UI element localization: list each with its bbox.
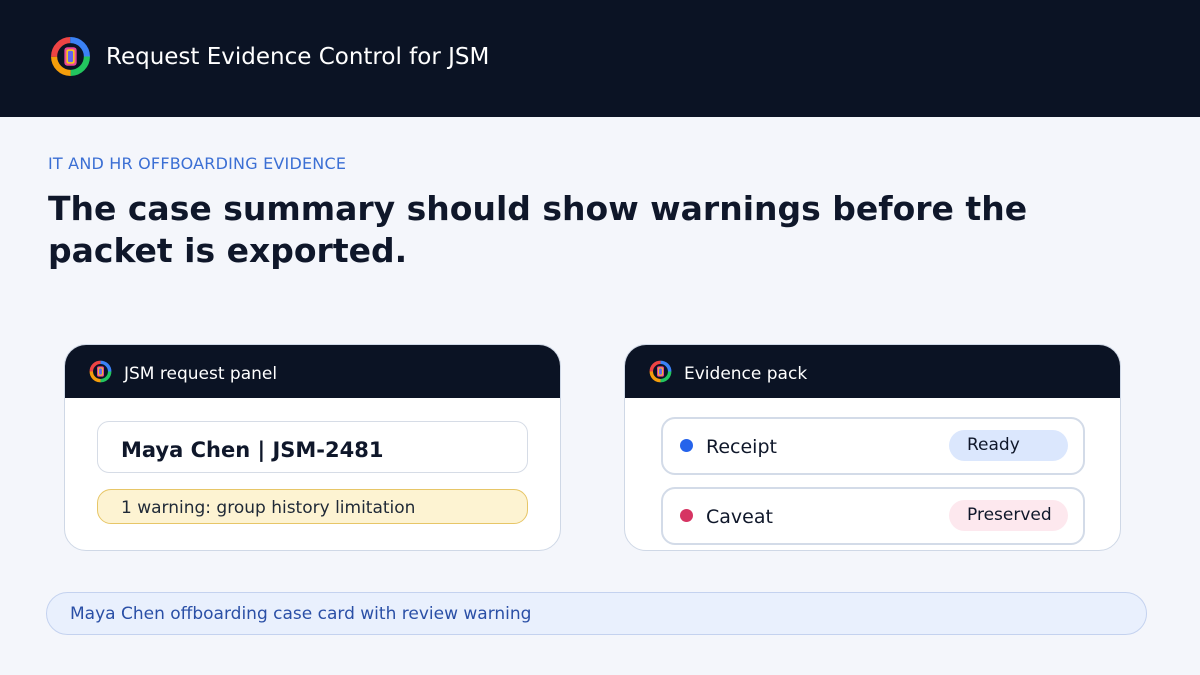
- card-header: Evidence pack: [625, 345, 1120, 398]
- status-badge: Preserved: [949, 500, 1068, 531]
- app-header: Request Evidence Control for JSM: [0, 0, 1200, 117]
- evidence-item-label: Caveat: [706, 506, 773, 528]
- case-summary-box[interactable]: Maya Chen | JSM-2481: [97, 421, 528, 473]
- case-label: Maya Chen | JSM-2481: [121, 438, 384, 462]
- evidence-item-receipt[interactable]: Receipt Ready: [661, 417, 1085, 475]
- card-title: JSM request panel: [124, 364, 278, 384]
- status-dot-icon: [680, 509, 693, 522]
- status-dot-icon: [680, 439, 693, 452]
- warning-text: 1 warning: group history limitation: [121, 498, 416, 518]
- caption-bar: Maya Chen offboarding case card with rev…: [46, 592, 1147, 635]
- ring-logo-icon: [51, 37, 90, 76]
- evidence-item-label: Receipt: [706, 436, 777, 458]
- evidence-pack-card: Evidence pack Receipt Ready Caveat Prese…: [624, 344, 1121, 551]
- caption-text: Maya Chen offboarding case card with rev…: [70, 604, 532, 624]
- app-title: Request Evidence Control for JSM: [106, 44, 490, 70]
- card-title: Evidence pack: [684, 364, 808, 384]
- jsm-request-panel-card: JSM request panel Maya Chen | JSM-2481 1…: [64, 344, 561, 551]
- warning-banner[interactable]: 1 warning: group history limitation: [97, 489, 528, 524]
- page-headline: The case summary should show warnings be…: [48, 189, 1028, 270]
- ring-logo-icon: [649, 360, 672, 383]
- section-eyebrow: IT AND HR OFFBOARDING EVIDENCE: [48, 154, 347, 173]
- card-header: JSM request panel: [65, 345, 560, 398]
- status-badge: Ready: [949, 430, 1068, 461]
- evidence-item-caveat[interactable]: Caveat Preserved: [661, 487, 1085, 545]
- ring-logo-icon: [89, 360, 112, 383]
